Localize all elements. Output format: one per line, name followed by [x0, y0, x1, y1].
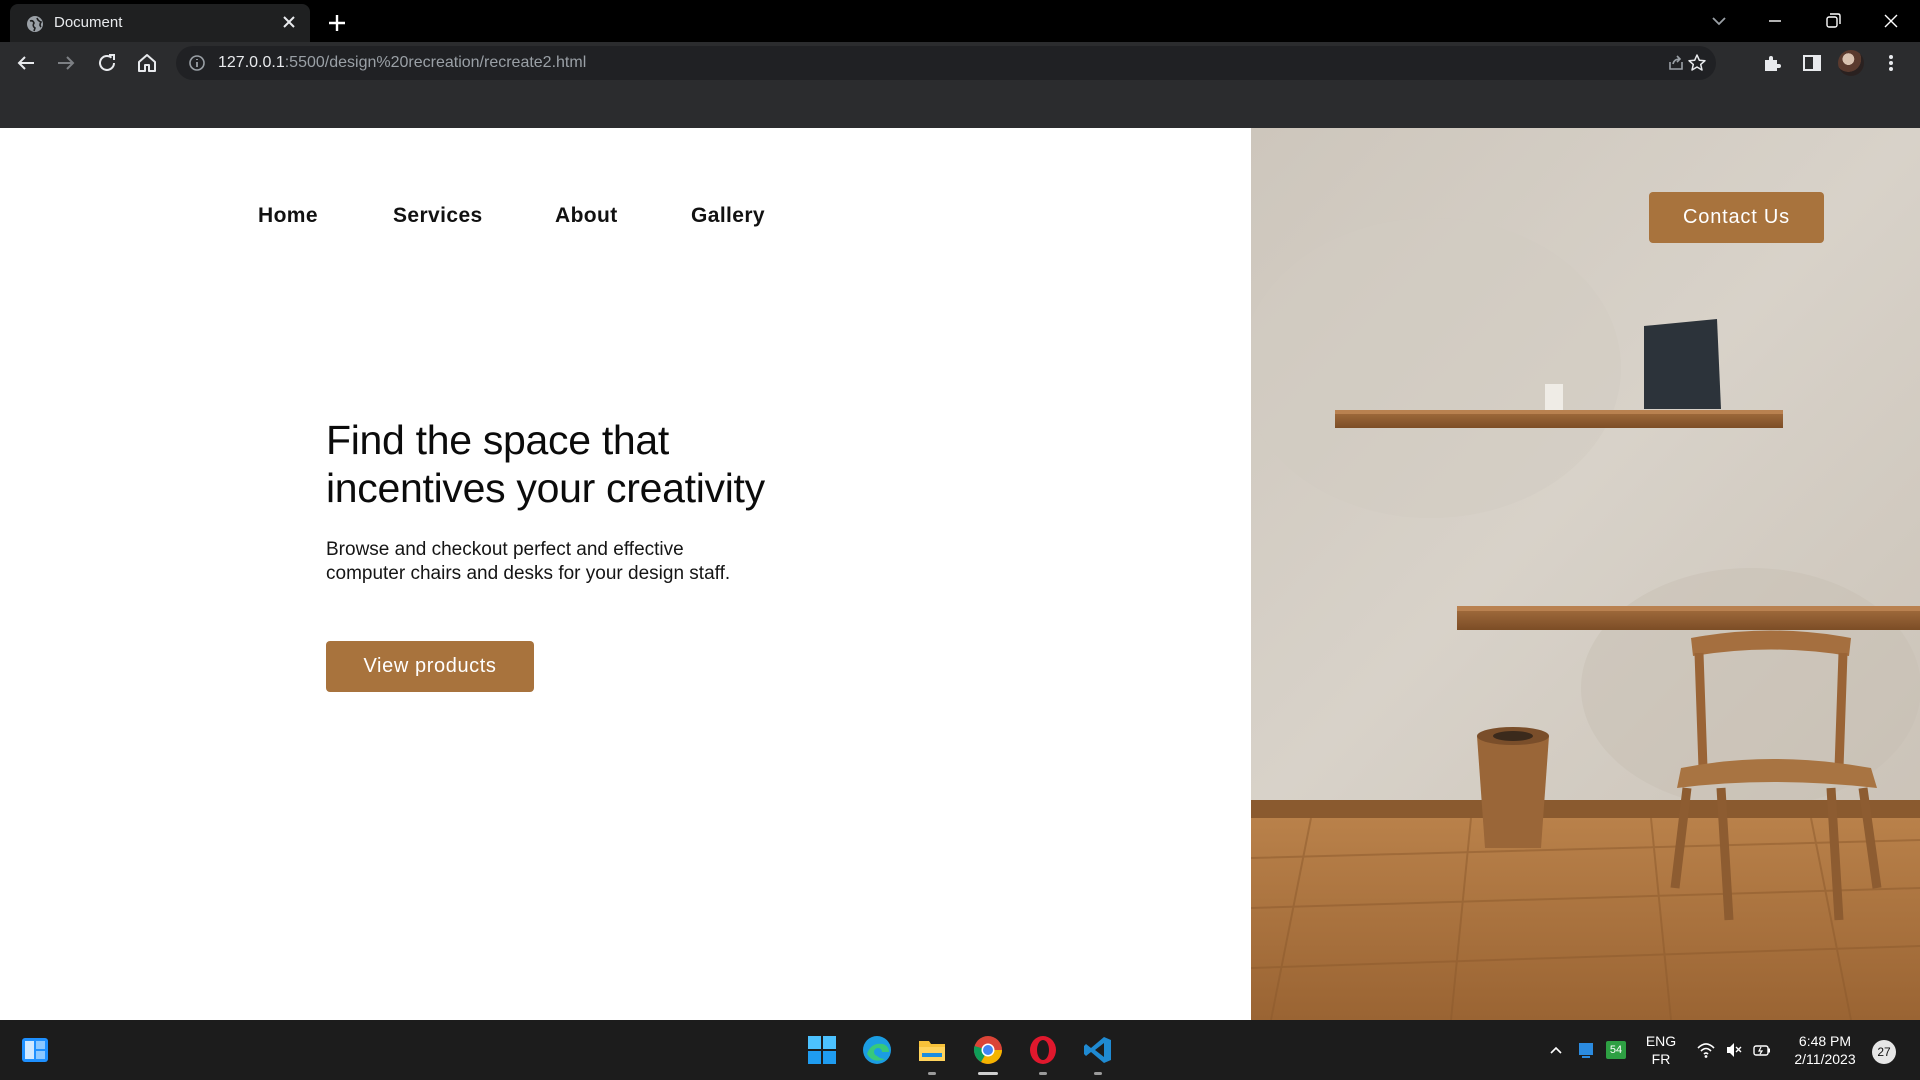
clock-date: 2/11/2023 [1794, 1051, 1856, 1067]
hero-title-line-1: Find the space that [326, 417, 670, 463]
close-icon[interactable] [280, 13, 298, 31]
reload-icon[interactable] [95, 51, 119, 75]
office-interior-image [1251, 128, 1920, 1020]
bookmark-star-icon[interactable] [1687, 53, 1707, 73]
tray-badge[interactable]: 54 [1606, 1041, 1626, 1059]
page-viewport: Home Services About Gallery Find the spa… [0, 128, 1920, 1020]
clock[interactable]: 6:48 PM 2/11/2023 [1786, 1032, 1864, 1068]
battery-icon[interactable] [1752, 1040, 1772, 1060]
edge-icon[interactable] [861, 1034, 893, 1066]
clock-time: 6:48 PM [1798, 1033, 1852, 1049]
back-icon[interactable] [14, 51, 38, 75]
volume-muted-icon[interactable] [1724, 1040, 1744, 1060]
contact-us-button[interactable]: Contact Us [1649, 192, 1824, 243]
browser-tab-bar: Document [0, 0, 1920, 42]
vscode-icon[interactable] [1082, 1034, 1114, 1066]
active-indicator [978, 1072, 998, 1075]
windows-taskbar: 54 ENG FR 6:48 PM 2/11/2023 27 [0, 1020, 1920, 1080]
menu-kebab-icon[interactable] [1880, 52, 1902, 74]
globe-icon [27, 16, 43, 32]
browser-tab[interactable]: Document [10, 4, 310, 42]
window-close-icon[interactable] [1878, 8, 1904, 34]
chrome-icon[interactable] [972, 1034, 1004, 1066]
wifi-icon[interactable] [1696, 1040, 1716, 1060]
language-secondary: FR [1651, 1051, 1671, 1067]
running-indicator [928, 1072, 936, 1075]
hero-title-line-2: incentives your creativity [326, 465, 765, 511]
profile-avatar[interactable] [1838, 50, 1864, 76]
tab-title: Document [54, 14, 123, 31]
restore-icon[interactable] [1820, 8, 1846, 34]
share-icon[interactable] [1666, 53, 1686, 73]
extensions-icon[interactable] [1761, 52, 1783, 74]
chevron-up-icon[interactable] [1546, 1040, 1566, 1060]
nav-services[interactable]: Services [393, 204, 483, 228]
hero-description: Browse and checkout perfect and effectiv… [326, 539, 731, 584]
url-path: :5500/design%20recreation/recreate2.html [284, 54, 587, 71]
language-indicator[interactable]: ENG FR [1644, 1032, 1678, 1068]
language-primary: ENG [1645, 1033, 1677, 1049]
tab-search-icon[interactable] [1706, 8, 1732, 34]
tray-app-icon[interactable] [1576, 1040, 1596, 1060]
view-products-button[interactable]: View products [326, 641, 534, 692]
nav-home[interactable]: Home [258, 204, 318, 228]
new-tab-icon[interactable] [324, 10, 350, 36]
running-indicator [1039, 1072, 1047, 1075]
nav-gallery[interactable]: Gallery [691, 204, 765, 228]
start-icon[interactable] [806, 1034, 838, 1066]
side-panel-icon[interactable] [1801, 52, 1823, 74]
running-indicator [1094, 1072, 1102, 1075]
browser-toolbar: 127.0.0.1:5500/design%20recreation/recre… [0, 42, 1920, 84]
url-host: 127.0.0.1 [218, 54, 285, 71]
nav-about[interactable]: About [555, 204, 618, 228]
file-explorer-icon[interactable] [916, 1034, 948, 1066]
widgets-icon[interactable] [20, 1036, 50, 1064]
opera-icon[interactable] [1027, 1034, 1059, 1066]
home-icon[interactable] [135, 51, 159, 75]
forward-icon[interactable] [54, 51, 78, 75]
site-info-icon[interactable] [188, 54, 206, 72]
hero-title: Find the space that incentives your crea… [326, 416, 846, 512]
bookmark-bar [0, 84, 1920, 128]
notification-count-badge[interactable]: 27 [1872, 1040, 1896, 1064]
url-text: 127.0.0.1:5500/design%20recreation/recre… [218, 54, 586, 72]
address-bar[interactable]: 127.0.0.1:5500/design%20recreation/recre… [176, 46, 1716, 80]
minimize-icon[interactable] [1762, 8, 1788, 34]
hero-photo [1251, 128, 1920, 1020]
